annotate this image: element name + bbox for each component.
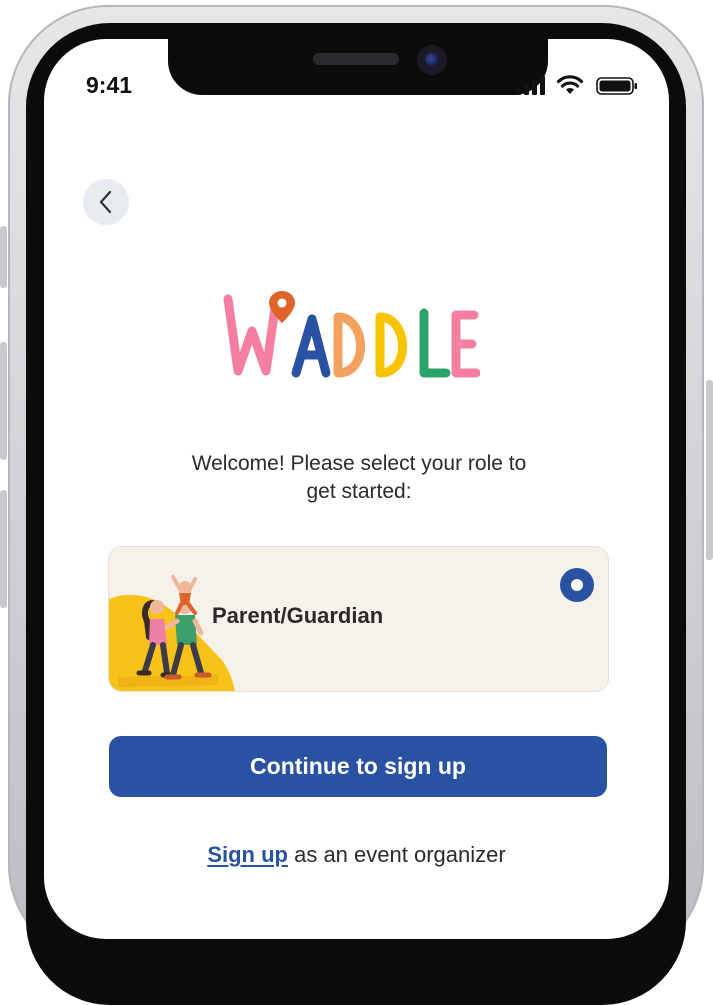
notch [168, 39, 548, 95]
role-label: Parent/Guardian [212, 603, 384, 628]
signup-organizer-link[interactable]: Sign up [207, 842, 288, 867]
app-screen: 9:41 Welcome! Please select your role to… [44, 39, 669, 939]
welcome-message: Welcome! Please select your role to get … [124, 450, 594, 506]
wifi-icon [556, 75, 584, 94]
power-button [706, 380, 713, 560]
welcome-line-1: Welcome! Please select your role to [191, 452, 527, 475]
role-radio-selected[interactable] [560, 568, 594, 602]
waddle-logo [220, 289, 480, 389]
volume-down-button [0, 490, 7, 608]
status-time: 9:41 [86, 72, 133, 98]
role-option-parent-guardian[interactable]: Parent/Guardian [108, 546, 609, 692]
back-button[interactable] [83, 179, 129, 225]
front-camera [417, 45, 447, 75]
welcome-line-2: get started: [306, 480, 412, 503]
cellular-signal-icon [516, 76, 545, 95]
organizer-signup-text: as an event organizer [294, 842, 506, 867]
volume-up-button [0, 342, 7, 460]
chevron-left-icon [99, 190, 112, 214]
battery-icon [596, 77, 637, 95]
organizer-signup-prompt: Sign up as an event organizer [44, 842, 669, 868]
mute-switch [0, 226, 7, 288]
earpiece-speaker [313, 53, 399, 65]
radio-dot [571, 579, 583, 591]
continue-to-signup-button[interactable]: Continue to sign up [109, 736, 607, 797]
